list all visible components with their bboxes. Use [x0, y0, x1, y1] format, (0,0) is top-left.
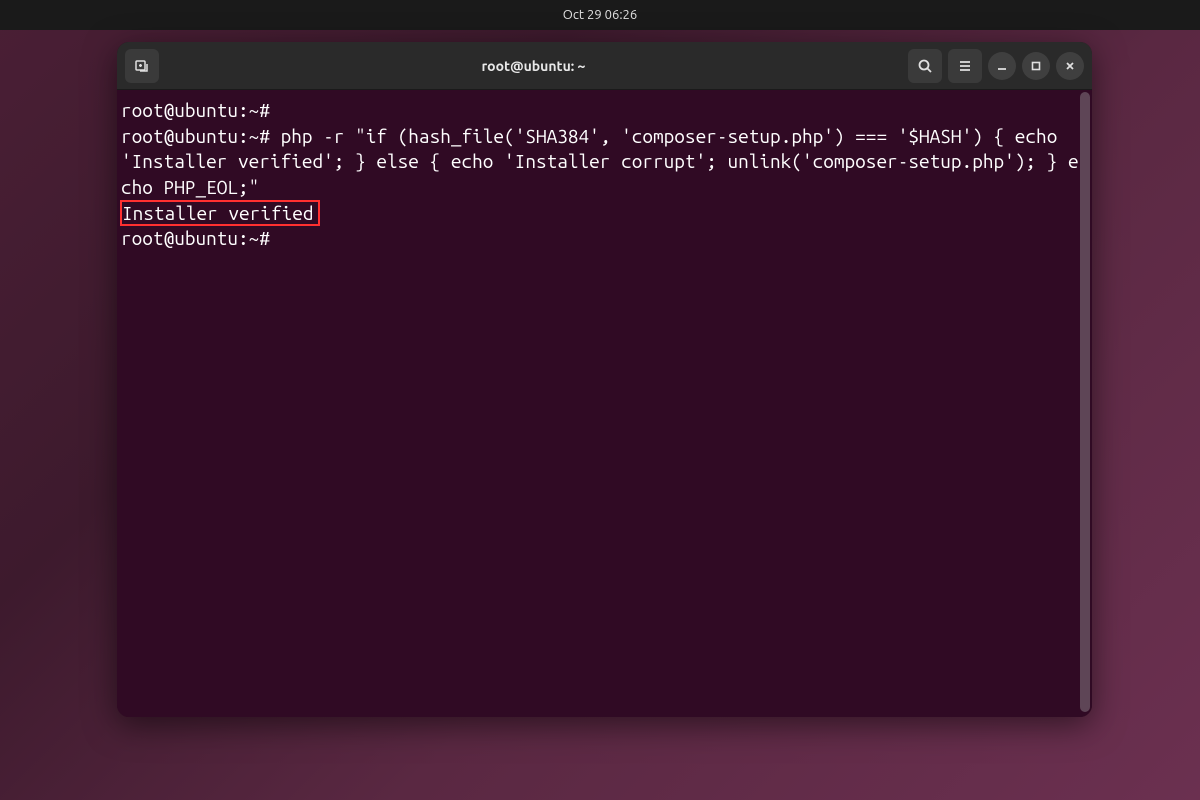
terminal-prompt: root@ubuntu:~# — [121, 99, 270, 121]
minimize-button[interactable] — [988, 52, 1016, 80]
maximize-icon — [1030, 60, 1042, 72]
terminal-window: root@ubuntu: ~ — [117, 42, 1092, 717]
search-icon — [917, 58, 933, 74]
terminal-prompt: root@ubuntu:~# — [121, 125, 281, 147]
maximize-button[interactable] — [1022, 52, 1050, 80]
new-tab-icon — [134, 58, 150, 74]
terminal-output: Installer verified — [122, 202, 314, 224]
close-button[interactable] — [1056, 52, 1084, 80]
terminal-prompt: root@ubuntu:~# — [121, 227, 270, 249]
titlebar: root@ubuntu: ~ — [117, 42, 1092, 90]
scrollbar-thumb[interactable] — [1080, 92, 1090, 712]
top-bar-datetime[interactable]: Oct 29 06:26 — [563, 8, 637, 22]
close-icon — [1064, 60, 1076, 72]
hamburger-menu-icon — [957, 58, 973, 74]
highlighted-output: Installer verified — [120, 200, 320, 226]
minimize-icon — [996, 60, 1008, 72]
gnome-top-bar: Oct 29 06:26 — [0, 0, 1200, 30]
new-tab-button[interactable] — [125, 49, 159, 83]
search-button[interactable] — [908, 49, 942, 83]
menu-button[interactable] — [948, 49, 982, 83]
window-title: root@ubuntu: ~ — [165, 58, 902, 74]
terminal-body[interactable]: root@ubuntu:~# root@ubuntu:~# php -r "if… — [117, 90, 1092, 717]
